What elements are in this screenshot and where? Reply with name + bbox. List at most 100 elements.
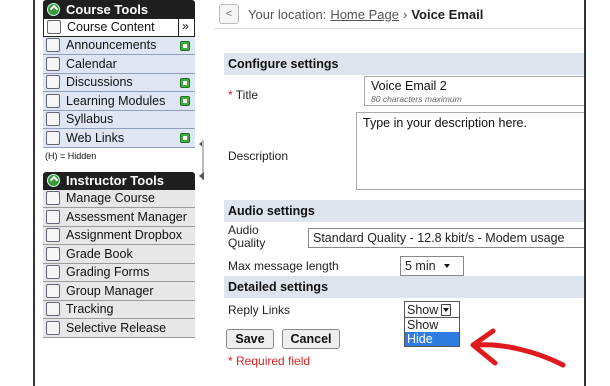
sidebar-item-discussions[interactable]: Discussions: [43, 73, 195, 92]
sidebar-item-label: Calendar: [66, 56, 117, 71]
cancel-button[interactable]: Cancel: [282, 329, 340, 349]
assessment-icon: [46, 209, 60, 224]
audio-quality-select[interactable]: Standard Quality - 12.8 kbit/s - Modem u…: [308, 228, 584, 248]
chevron-down-icon: [443, 264, 450, 268]
sidebar-item-selective-release[interactable]: Selective Release: [43, 319, 195, 338]
sidebar-item-grading-forms[interactable]: Grading Forms: [43, 263, 195, 282]
hidden-legend: (H) = Hidden: [45, 150, 97, 161]
collapse-menu-icon[interactable]: »: [178, 19, 192, 36]
option-hide[interactable]: Hide: [405, 332, 459, 346]
sidebar-item-label: Group Manager: [66, 283, 154, 298]
sidebar-item-assignment-dropbox[interactable]: Assignment Dropbox: [43, 226, 195, 245]
sidebar-item-syllabus[interactable]: Syllabus: [43, 110, 195, 129]
instructor-tools-panel: Instructor Tools Manage Course Assessmen…: [43, 171, 195, 338]
add-icon[interactable]: [180, 77, 190, 88]
dropbox-icon: [46, 228, 60, 243]
breadcrumb-separator: ›: [402, 6, 408, 22]
sidebar-item-learning-modules[interactable]: Learning Modules: [43, 92, 195, 111]
audio-quality-value: Standard Quality - 12.8 kbit/s - Modem u…: [313, 231, 565, 245]
module-icon: [46, 93, 60, 108]
title-hint: 80 characters maximum: [371, 94, 462, 104]
gradebook-icon: [46, 246, 60, 261]
sidebar-item-tracking[interactable]: Tracking: [43, 300, 195, 319]
sidebar-item-calendar[interactable]: Calendar: [43, 55, 195, 74]
home-icon: [47, 20, 61, 35]
breadcrumb-prefix: Your location:: [248, 6, 327, 22]
sidebar-item-label: Syllabus: [66, 112, 114, 127]
sidebar-item-label: Learning Modules: [66, 93, 166, 108]
sidebar-item-grade-book[interactable]: Grade Book: [43, 245, 195, 264]
tracking-icon: [46, 302, 60, 317]
sidebar-item-label: Discussions: [66, 75, 133, 90]
description-placeholder: Type in your description here.: [363, 116, 527, 130]
discussion-icon: [46, 75, 60, 90]
configure-settings-header: Configure settings: [224, 53, 584, 75]
add-icon[interactable]: [180, 96, 190, 106]
megaphone-icon: [46, 38, 60, 53]
max-length-label: Max message length: [228, 259, 339, 273]
reply-links-value: Show: [407, 302, 439, 317]
instructor-tools-title: Instructor Tools: [66, 173, 164, 188]
globe-icon: [46, 130, 60, 145]
course-tools-title: Course Tools: [66, 1, 149, 17]
reply-links-select[interactable]: Show: [404, 301, 460, 318]
audio-quality-label: Audio Quality: [228, 223, 266, 250]
add-icon[interactable]: [180, 40, 190, 51]
sidebar-item-web-links[interactable]: Web Links: [43, 129, 195, 148]
manage-course-icon: [46, 191, 60, 206]
audio-settings-header: Audio settings: [224, 200, 584, 222]
dropdown-toggle[interactable]: [441, 303, 452, 316]
frame-border-left: [33, 0, 35, 386]
reply-links-options: Show Hide: [404, 317, 460, 347]
sidebar-item-label: Announcements: [66, 38, 157, 53]
course-tools-header[interactable]: Course Tools: [43, 0, 195, 18]
sidebar-item-label: Grading Forms: [66, 265, 150, 280]
title-label-text: Title: [235, 88, 259, 102]
sidebar-item-manage-course[interactable]: Manage Course: [43, 189, 195, 208]
collapse-icon[interactable]: [47, 2, 60, 16]
breadcrumb-home-link[interactable]: Home Page: [330, 7, 399, 22]
sidebar-item-label: Grade Book: [66, 246, 133, 261]
group-icon: [46, 283, 60, 298]
sidebar-item-group-manager[interactable]: Group Manager: [43, 282, 195, 301]
chevron-down-icon: [443, 307, 450, 312]
save-button[interactable]: Save: [226, 329, 274, 349]
sidebar-item-label: Assignment Dropbox: [66, 228, 183, 243]
sidebar-item-label: Manage Course: [66, 191, 155, 206]
collapse-left-icon[interactable]: [199, 172, 204, 180]
required-star: *: [228, 88, 233, 102]
detailed-settings-header: Detailed settings: [224, 276, 584, 298]
sidebar-item-label: Web Links: [66, 130, 125, 145]
title-label: * Title: [228, 88, 258, 102]
max-length-value: 5 min: [405, 259, 436, 273]
calendar-icon: [46, 56, 60, 71]
title-input-value: Voice Email 2: [371, 79, 447, 93]
selective-release-icon: [46, 320, 60, 335]
sidebar-item-label: Assessment Manager: [66, 209, 187, 224]
sidebar-item-label: Tracking: [66, 302, 114, 317]
sidebar-item-label: Course Content: [67, 20, 155, 35]
required-field-note: * Required field: [228, 354, 311, 368]
breadcrumb: < Your location: Home Page › Voice Email: [214, 0, 584, 29]
sidebar-item-assessment-manager[interactable]: Assessment Manager: [43, 208, 195, 227]
title-input[interactable]: Voice Email 2 80 characters maximum: [364, 76, 584, 106]
breadcrumb-current: Voice Email: [411, 6, 484, 22]
back-button[interactable]: <: [219, 4, 239, 24]
description-textarea[interactable]: Type in your description here.: [356, 112, 584, 190]
sidebar-item-course-content[interactable]: Course Content »: [43, 18, 195, 37]
sidebar-resize-handle[interactable]: [199, 140, 207, 180]
grading-form-icon: [46, 265, 60, 280]
collapse-icon[interactable]: [47, 174, 60, 187]
annotation-arrow: [470, 328, 566, 368]
max-length-select[interactable]: 5 min: [400, 256, 464, 276]
description-label: Description: [228, 149, 289, 163]
frame-border-right: [584, 0, 586, 386]
option-show[interactable]: Show: [405, 318, 459, 332]
sidebar-item-announcements[interactable]: Announcements: [43, 36, 195, 55]
syllabus-icon: [46, 112, 60, 127]
sidebar: Course Tools Course Content » Announceme…: [43, 0, 195, 386]
add-icon[interactable]: [180, 133, 190, 143]
sidebar-item-label: Selective Release: [66, 320, 167, 335]
instructor-tools-header[interactable]: Instructor Tools: [43, 171, 195, 190]
reply-links-label: Reply Links: [228, 303, 291, 317]
